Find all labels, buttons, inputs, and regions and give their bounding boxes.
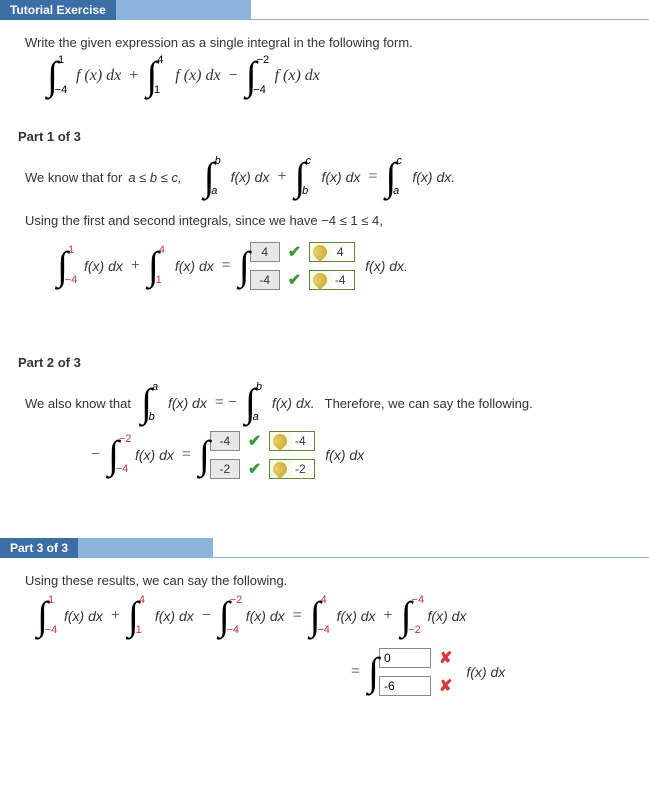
p3-final-tail: f(x) dx xyxy=(466,664,505,680)
p2-rule-intR: ∫ba f(x) dx. xyxy=(245,385,315,421)
p2-rule-intL: ∫ab f(x) dx xyxy=(141,385,207,421)
part1-line2: Using the first and second integrals, si… xyxy=(25,213,624,228)
p1-lower-graybox[interactable]: -4 xyxy=(250,270,280,290)
part1-know-text: We know that for xyxy=(25,170,122,185)
p1-tail: f(x) dx. xyxy=(365,258,408,274)
cross-icon: ✘ xyxy=(439,676,452,696)
part1-work-row: ∫1−4 f(x) dx + ∫41 f(x) dx = ∫ 4 ✔ 4 -4 … xyxy=(55,242,624,290)
part1-title: Part 1 of 3 xyxy=(18,123,649,144)
check-icon: ✔ xyxy=(288,270,301,290)
check-icon: ✔ xyxy=(248,431,261,451)
header-rule xyxy=(213,538,649,558)
part2-rule-row: We also know that ∫ab f(x) dx = − ∫ba f(… xyxy=(25,385,624,421)
p3-lhs-int3: ∫−2−4 f(x) dx xyxy=(219,598,285,634)
p2-lower-graybox[interactable]: -2 xyxy=(210,459,240,479)
p1-upper-graybox[interactable]: 4 xyxy=(250,242,280,262)
p3-lhs-int1: ∫1−4 f(x) dx xyxy=(37,598,103,634)
p2-upper-reveal[interactable]: -4 xyxy=(269,431,315,451)
p3-rhs-int2: ∫−4−2 f(x) dx xyxy=(401,598,467,634)
p3-lhs-int2: ∫41 f(x) dx xyxy=(128,598,194,634)
rule-int-bc: ∫cb f(x) dx xyxy=(295,159,361,195)
header-bar xyxy=(116,0,251,20)
part3-final-row: = ∫ ✘ ✘ f(x) dx xyxy=(345,648,624,696)
p1-result-int: ∫ xyxy=(239,248,250,284)
part2-title: Part 2 of 3 xyxy=(18,349,649,370)
p3-final-int: ∫ xyxy=(368,654,379,690)
part2-content: We also know that ∫ab f(x) dx = − ∫ba f(… xyxy=(0,385,649,508)
part1-rule-row: We know that for a ≤ b ≤ c, ∫ba f(x) dx … xyxy=(25,159,624,195)
header-part3: Part 3 of 3 xyxy=(0,538,649,558)
part3-eq-row: ∫1−4 f(x) dx + ∫41 f(x) dx − ∫−2−4 f(x) … xyxy=(35,598,624,634)
rule-int-ac: ∫ca f(x) dx. xyxy=(385,159,455,195)
p1-lower-reveal[interactable]: -4 xyxy=(309,270,355,290)
header-tutorial: Tutorial Exercise xyxy=(0,0,649,20)
given-expression: ∫1−4 f (x) dx + ∫41 f (x) dx − ∫−2−4 f (… xyxy=(45,58,624,94)
p2-result-int: ∫ xyxy=(199,437,210,473)
part2-work-row: − ∫−2−4 f(x) dx = ∫ -4 ✔ -4 -2 ✔ -2 f(x)… xyxy=(85,431,624,479)
p2-tail: f(x) dx xyxy=(325,447,364,463)
part3-line1: Using these results, we can say the foll… xyxy=(25,573,624,588)
rule-int-ab: ∫ba f(x) dx xyxy=(204,159,270,195)
p2-intL: ∫−2−4 f(x) dx xyxy=(108,437,174,473)
p1-int2: ∫41 f(x) dx xyxy=(148,248,214,284)
cross-icon: ✘ xyxy=(439,648,452,668)
p2-lower-reveal[interactable]: -2 xyxy=(269,459,315,479)
integral-2: ∫41 f (x) dx xyxy=(146,58,220,94)
prompt-text: Write the given expression as a single i… xyxy=(25,35,624,50)
p3-upper-input[interactable] xyxy=(379,648,431,668)
header-title: Tutorial Exercise xyxy=(0,0,116,20)
part1-content: We know that for a ≤ b ≤ c, ∫ba f(x) dx … xyxy=(0,159,649,319)
header-rule xyxy=(251,0,649,20)
part2-know-text: We also know that xyxy=(25,396,131,411)
header-bar xyxy=(78,538,213,558)
p1-int1: ∫1−4 f(x) dx xyxy=(57,248,123,284)
check-icon: ✔ xyxy=(248,459,261,479)
p2-upper-graybox[interactable]: -4 xyxy=(210,431,240,451)
p3-lower-input[interactable] xyxy=(379,676,431,696)
part2-therefore: Therefore, we can say the following. xyxy=(325,396,533,411)
part3-title: Part 3 of 3 xyxy=(0,538,78,558)
integral-1: ∫1−4 f (x) dx xyxy=(47,58,121,94)
integral-3: ∫−2−4 f (x) dx xyxy=(246,58,320,94)
tutorial-content: Write the given expression as a single i… xyxy=(0,20,649,123)
p1-upper-reveal[interactable]: 4 xyxy=(309,242,355,262)
p3-rhs-int1: ∫4−4 f(x) dx xyxy=(310,598,376,634)
check-icon: ✔ xyxy=(288,242,301,262)
part3-content: Using these results, we can say the foll… xyxy=(0,558,649,725)
part1-ineq: a ≤ b ≤ c, xyxy=(128,170,181,185)
